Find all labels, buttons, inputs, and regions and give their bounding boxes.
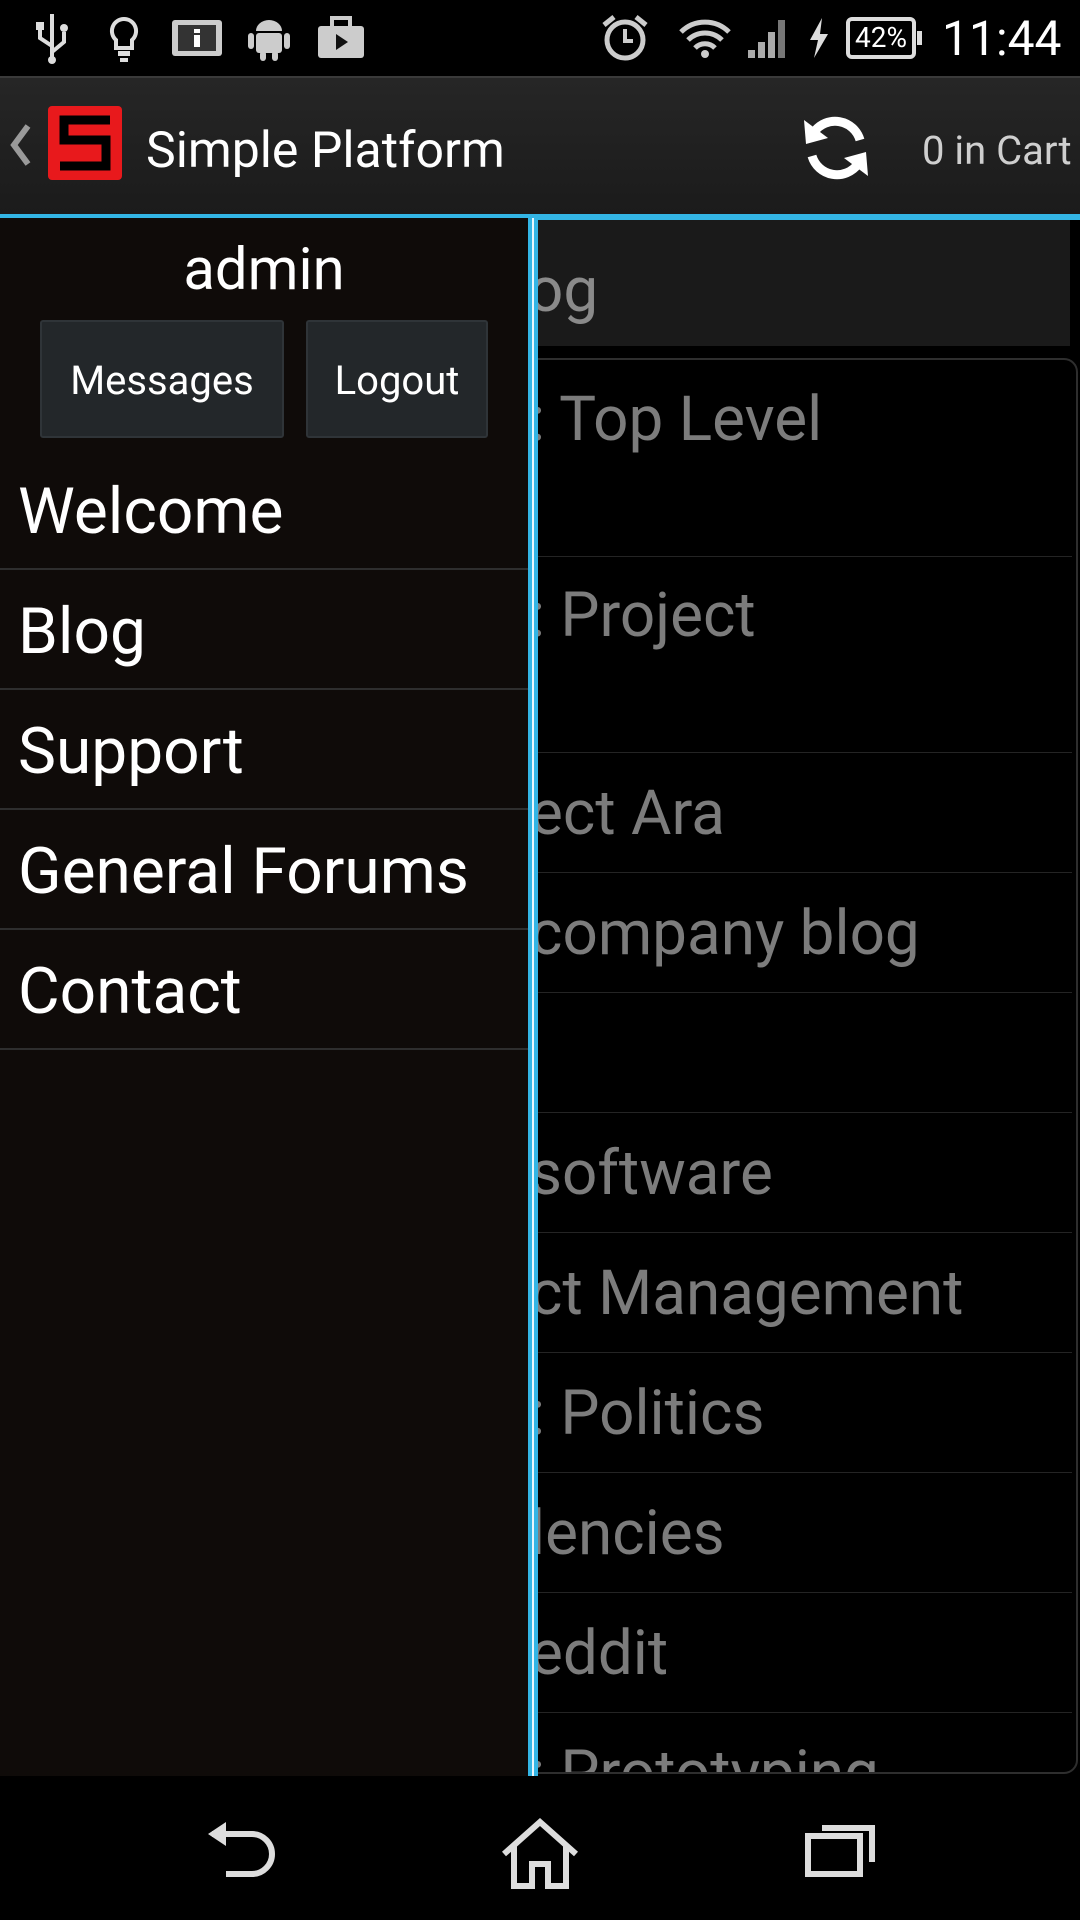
info-icon bbox=[170, 0, 224, 76]
action-bar: Simple Platform 0 in Cart bbox=[0, 76, 1080, 220]
drawer-item-label: Support bbox=[18, 714, 244, 789]
navigation-drawer: admin Messages Logout Welcome Blog Suppo… bbox=[0, 218, 528, 1776]
battery-level: 42% bbox=[846, 17, 922, 59]
drawer-item-label: Contact bbox=[18, 954, 242, 1029]
refresh-icon[interactable] bbox=[796, 108, 876, 188]
drawer-item-label: Blog bbox=[18, 594, 146, 669]
messages-button[interactable]: Messages bbox=[40, 320, 284, 438]
cart-button[interactable]: 0 in Cart bbox=[922, 78, 1072, 214]
battery-indicator: 42% bbox=[846, 0, 922, 76]
bulb-icon bbox=[106, 0, 142, 76]
drawer-item-label: General Forums bbox=[18, 834, 469, 909]
back-icon[interactable] bbox=[204, 1818, 280, 1882]
content-header-text: og bbox=[528, 254, 599, 327]
android-icon bbox=[246, 0, 292, 76]
wifi-icon bbox=[678, 0, 732, 76]
drawer-edge[interactable] bbox=[528, 218, 538, 1776]
clock: 11:44 bbox=[942, 9, 1062, 67]
drawer-item-welcome[interactable]: Welcome bbox=[0, 450, 528, 570]
chevron-left-icon[interactable] bbox=[10, 124, 32, 170]
system-nav-bar bbox=[0, 1776, 1080, 1920]
home-icon[interactable] bbox=[500, 1817, 580, 1894]
usb-icon bbox=[34, 0, 70, 76]
recents-icon[interactable] bbox=[804, 1818, 878, 1882]
app-title: Simple Platform bbox=[146, 122, 505, 180]
logout-button[interactable]: Logout bbox=[306, 320, 488, 438]
app-logo[interactable] bbox=[48, 106, 122, 180]
signal-icon bbox=[746, 0, 792, 76]
alarm-icon bbox=[600, 0, 650, 76]
drawer-item-contact[interactable]: Contact bbox=[0, 930, 528, 1050]
briefcase-icon bbox=[316, 0, 366, 76]
username: admin bbox=[183, 236, 345, 304]
drawer-item-general-forums[interactable]: General Forums bbox=[0, 810, 528, 930]
status-bar: 42% 11:44 bbox=[0, 0, 1080, 76]
drawer-item-support[interactable]: Support bbox=[0, 690, 528, 810]
drawer-item-blog[interactable]: Blog bbox=[0, 570, 528, 690]
charging-icon bbox=[806, 0, 832, 76]
drawer-item-label: Welcome bbox=[18, 474, 284, 549]
